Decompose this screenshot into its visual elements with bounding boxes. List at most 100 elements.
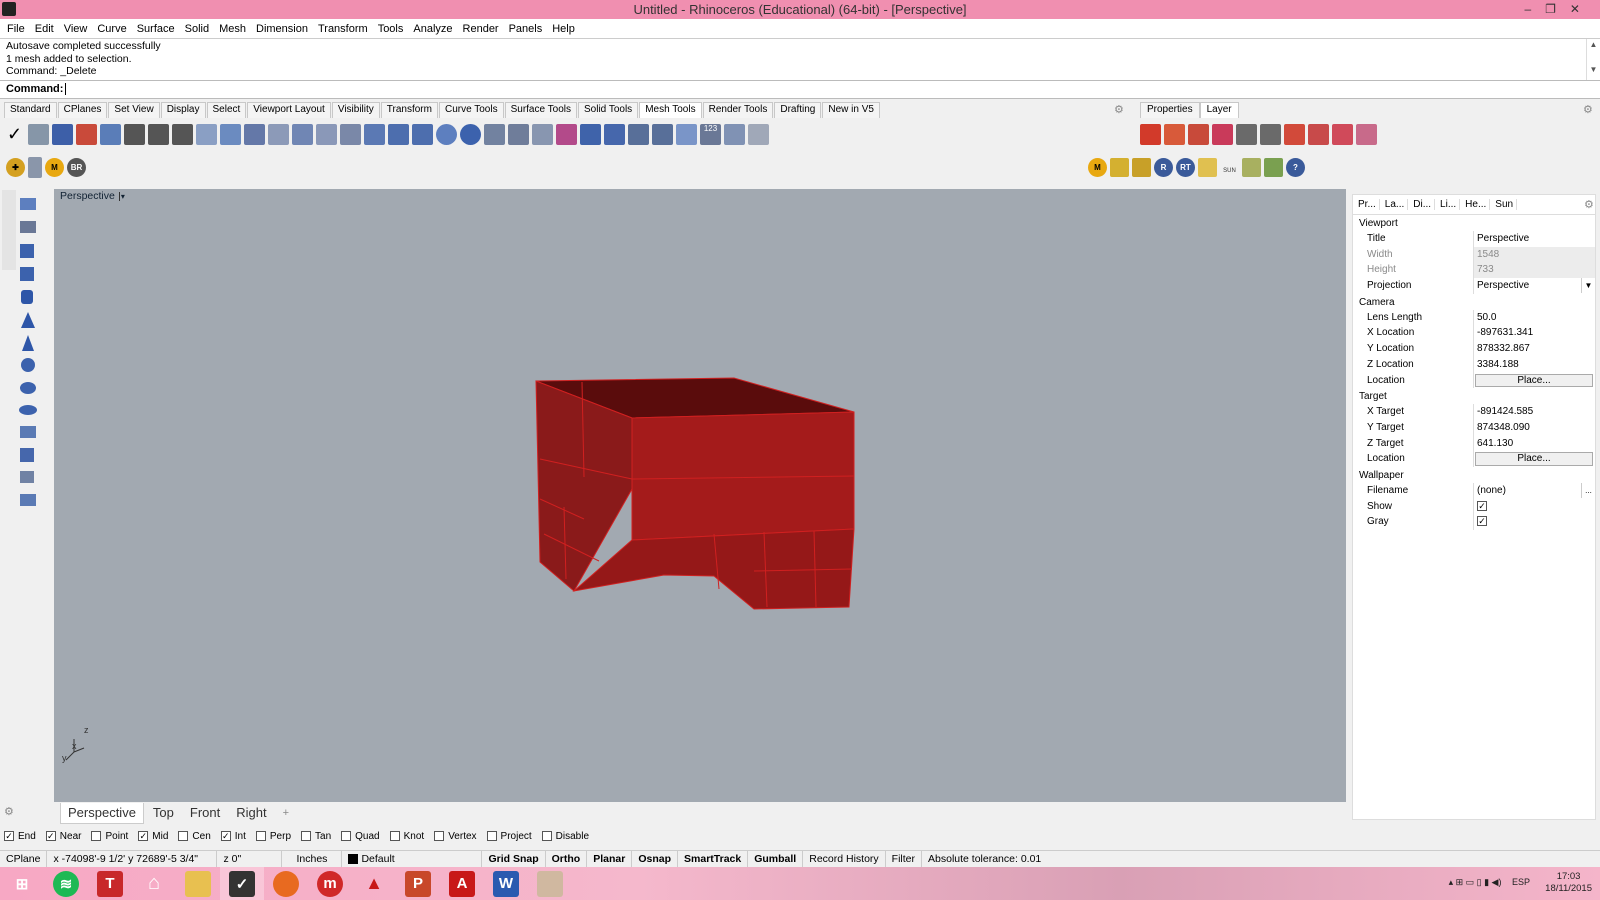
material-icon[interactable]: M bbox=[1088, 157, 1107, 177]
osnap-tan[interactable]: Tan bbox=[301, 831, 331, 842]
left-toolbar-icons[interactable] bbox=[0, 190, 52, 810]
gumball-icon[interactable]: ✚ bbox=[6, 157, 25, 177]
command-prompt[interactable]: Command: bbox=[0, 80, 1600, 99]
light-icon[interactable] bbox=[1242, 157, 1261, 177]
layer-state-icon[interactable] bbox=[1332, 123, 1353, 145]
tab-surface-tools[interactable]: Surface Tools bbox=[504, 102, 577, 118]
menu-analyze[interactable]: Analyze bbox=[408, 23, 457, 35]
viewport-title-field[interactable]: Perspective bbox=[1473, 231, 1595, 247]
taskbar-spotify[interactable]: ≋ bbox=[44, 867, 88, 900]
mesh-sweep-tool-icon[interactable] bbox=[316, 123, 337, 145]
mesh-cube-tool-icon[interactable] bbox=[268, 123, 289, 145]
tag2-icon[interactable] bbox=[1132, 157, 1151, 177]
checkmark-tool-icon[interactable]: ✓ bbox=[4, 124, 25, 145]
mesh-figure-tool-icon[interactable] bbox=[124, 123, 145, 145]
mesh-box-tool-icon[interactable] bbox=[244, 123, 265, 145]
layer-new-icon[interactable] bbox=[1140, 123, 1161, 145]
mesh-patch-tool-icon[interactable] bbox=[220, 123, 241, 145]
ortho-toggle[interactable]: Ortho bbox=[546, 850, 588, 868]
layer-filter-icon[interactable] bbox=[1284, 123, 1305, 145]
menu-view[interactable]: View bbox=[59, 23, 93, 35]
taskbar-powerpoint[interactable]: P bbox=[396, 867, 440, 900]
wallpaper-show-checkbox[interactable]: ✓ bbox=[1477, 500, 1487, 511]
x-target-field[interactable]: -891424.585 bbox=[1473, 404, 1595, 420]
z-location-field[interactable]: 3384.188 bbox=[1473, 356, 1595, 373]
menu-curve[interactable]: Curve bbox=[92, 23, 131, 35]
mesh-pink-tool-icon[interactable] bbox=[556, 123, 577, 145]
tab-set-view[interactable]: Set View bbox=[108, 102, 160, 118]
mesh-frame-tool-icon[interactable] bbox=[604, 123, 625, 145]
mesh-stack-tool-icon[interactable] bbox=[388, 123, 409, 145]
tab-render-tools[interactable]: Render Tools bbox=[702, 102, 774, 118]
taskbar-firefox[interactable] bbox=[264, 867, 308, 900]
mesh-grid-tool-icon[interactable] bbox=[52, 123, 73, 145]
tab-new-in-v5[interactable]: New in V5 bbox=[822, 102, 880, 118]
viewport-options-gear-icon[interactable]: ⚙ bbox=[4, 805, 14, 818]
y-target-field[interactable]: 874348.090 bbox=[1473, 419, 1595, 436]
history-scrollbar[interactable]: ▲ ▼ bbox=[1586, 39, 1600, 81]
taskbar-explorer[interactable] bbox=[176, 867, 220, 900]
tab-visibility[interactable]: Visibility bbox=[331, 102, 380, 118]
tab-layer[interactable]: Layer bbox=[1199, 102, 1239, 118]
rhino-app-icon[interactable] bbox=[2, 2, 16, 16]
tray-icons[interactable]: ▴ ⊞ ▭ ▯ ▮ ◀) bbox=[1449, 877, 1502, 887]
menu-file[interactable]: File bbox=[2, 23, 30, 35]
tab-viewport-layout[interactable]: Viewport Layout bbox=[247, 102, 331, 118]
panel-options-gear-icon[interactable]: ⚙ bbox=[1583, 103, 1593, 116]
mesh-check-tool-icon[interactable] bbox=[724, 123, 745, 145]
osnap-mid[interactable]: ✓ Mid bbox=[138, 831, 168, 842]
taskbar-rhino[interactable]: ✓ bbox=[220, 867, 264, 900]
osnap-quad[interactable]: Quad bbox=[341, 831, 380, 842]
tab-mesh-tools[interactable]: Mesh Tools bbox=[639, 102, 702, 118]
z-target-field[interactable]: 641.130 bbox=[1473, 435, 1595, 452]
mesh-sphere2-tool-icon[interactable] bbox=[460, 123, 481, 145]
panel-tab-lights[interactable]: Li... bbox=[1437, 199, 1461, 210]
viewtab-front[interactable]: Front bbox=[183, 803, 227, 823]
taskbar-autocad[interactable]: A bbox=[440, 867, 484, 900]
mesh-grid3-tool-icon[interactable] bbox=[652, 123, 673, 145]
mesh-cut-tool-icon[interactable] bbox=[484, 123, 505, 145]
projection-select[interactable]: Perspective ▼ bbox=[1473, 278, 1595, 294]
menu-edit[interactable]: Edit bbox=[30, 23, 59, 35]
sun-icon[interactable]: SUN bbox=[1220, 158, 1239, 177]
taskbar-t-app[interactable]: T bbox=[88, 867, 132, 900]
layer-copy-icon[interactable] bbox=[1212, 123, 1233, 145]
command-input[interactable] bbox=[65, 83, 67, 95]
layer-up-icon[interactable] bbox=[1236, 123, 1257, 145]
lens-length-field[interactable]: 50.0 bbox=[1473, 309, 1595, 326]
layer-delete-icon[interactable] bbox=[1188, 123, 1209, 145]
mesh-plane-tool-icon[interactable] bbox=[100, 123, 121, 145]
osnap-knot[interactable]: Knot bbox=[389, 831, 424, 842]
layout-icon[interactable] bbox=[28, 156, 42, 178]
osnap-end[interactable]: ✓ End bbox=[4, 831, 36, 842]
mesh-color-tool-icon[interactable] bbox=[76, 123, 97, 145]
mesh-grid2-tool-icon[interactable] bbox=[628, 123, 649, 145]
osnap-cen[interactable]: Cen bbox=[178, 831, 211, 842]
layer-down-icon[interactable] bbox=[1260, 123, 1281, 145]
chevron-down-icon[interactable]: ▼ bbox=[1581, 278, 1595, 294]
window-controls[interactable]: –❐✕ bbox=[1525, 0, 1595, 19]
mesh-split-tool-icon[interactable] bbox=[292, 123, 313, 145]
cplane-indicator[interactable]: CPlane bbox=[0, 850, 48, 868]
viewtab-perspective[interactable]: Perspective bbox=[60, 802, 144, 824]
system-tray[interactable]: ▴ ⊞ ▭ ▯ ▮ ◀) ESP bbox=[1449, 877, 1530, 888]
tab-cplanes[interactable]: CPlanes bbox=[57, 102, 108, 118]
osnap-toggle[interactable]: Osnap bbox=[632, 850, 679, 868]
mesh-figure3-tool-icon[interactable] bbox=[172, 123, 193, 145]
menu-render[interactable]: Render bbox=[458, 23, 504, 35]
filter-toggle[interactable]: Filter bbox=[886, 850, 923, 868]
taskbar-word[interactable]: W bbox=[484, 867, 528, 900]
panel-tab-properties[interactable]: Pr... bbox=[1355, 199, 1380, 210]
environment-icon[interactable] bbox=[1264, 157, 1283, 177]
grid-snap-toggle[interactable]: Grid Snap bbox=[482, 850, 546, 868]
menu-tools[interactable]: Tools bbox=[373, 23, 409, 35]
mesh-face-tool-icon[interactable] bbox=[580, 123, 601, 145]
layer-tools-icon[interactable] bbox=[1308, 123, 1329, 145]
menu-solid[interactable]: Solid bbox=[180, 23, 214, 35]
tab-transform[interactable]: Transform bbox=[380, 102, 438, 118]
menu-panels[interactable]: Panels bbox=[504, 23, 548, 35]
start-button[interactable]: ⊞ bbox=[0, 867, 44, 900]
panel-tab-help[interactable]: He... bbox=[1462, 199, 1491, 210]
perspective-viewport[interactable]: Perspective ▾ z x y bbox=[54, 189, 1346, 802]
tab-drafting[interactable]: Drafting bbox=[774, 102, 822, 118]
